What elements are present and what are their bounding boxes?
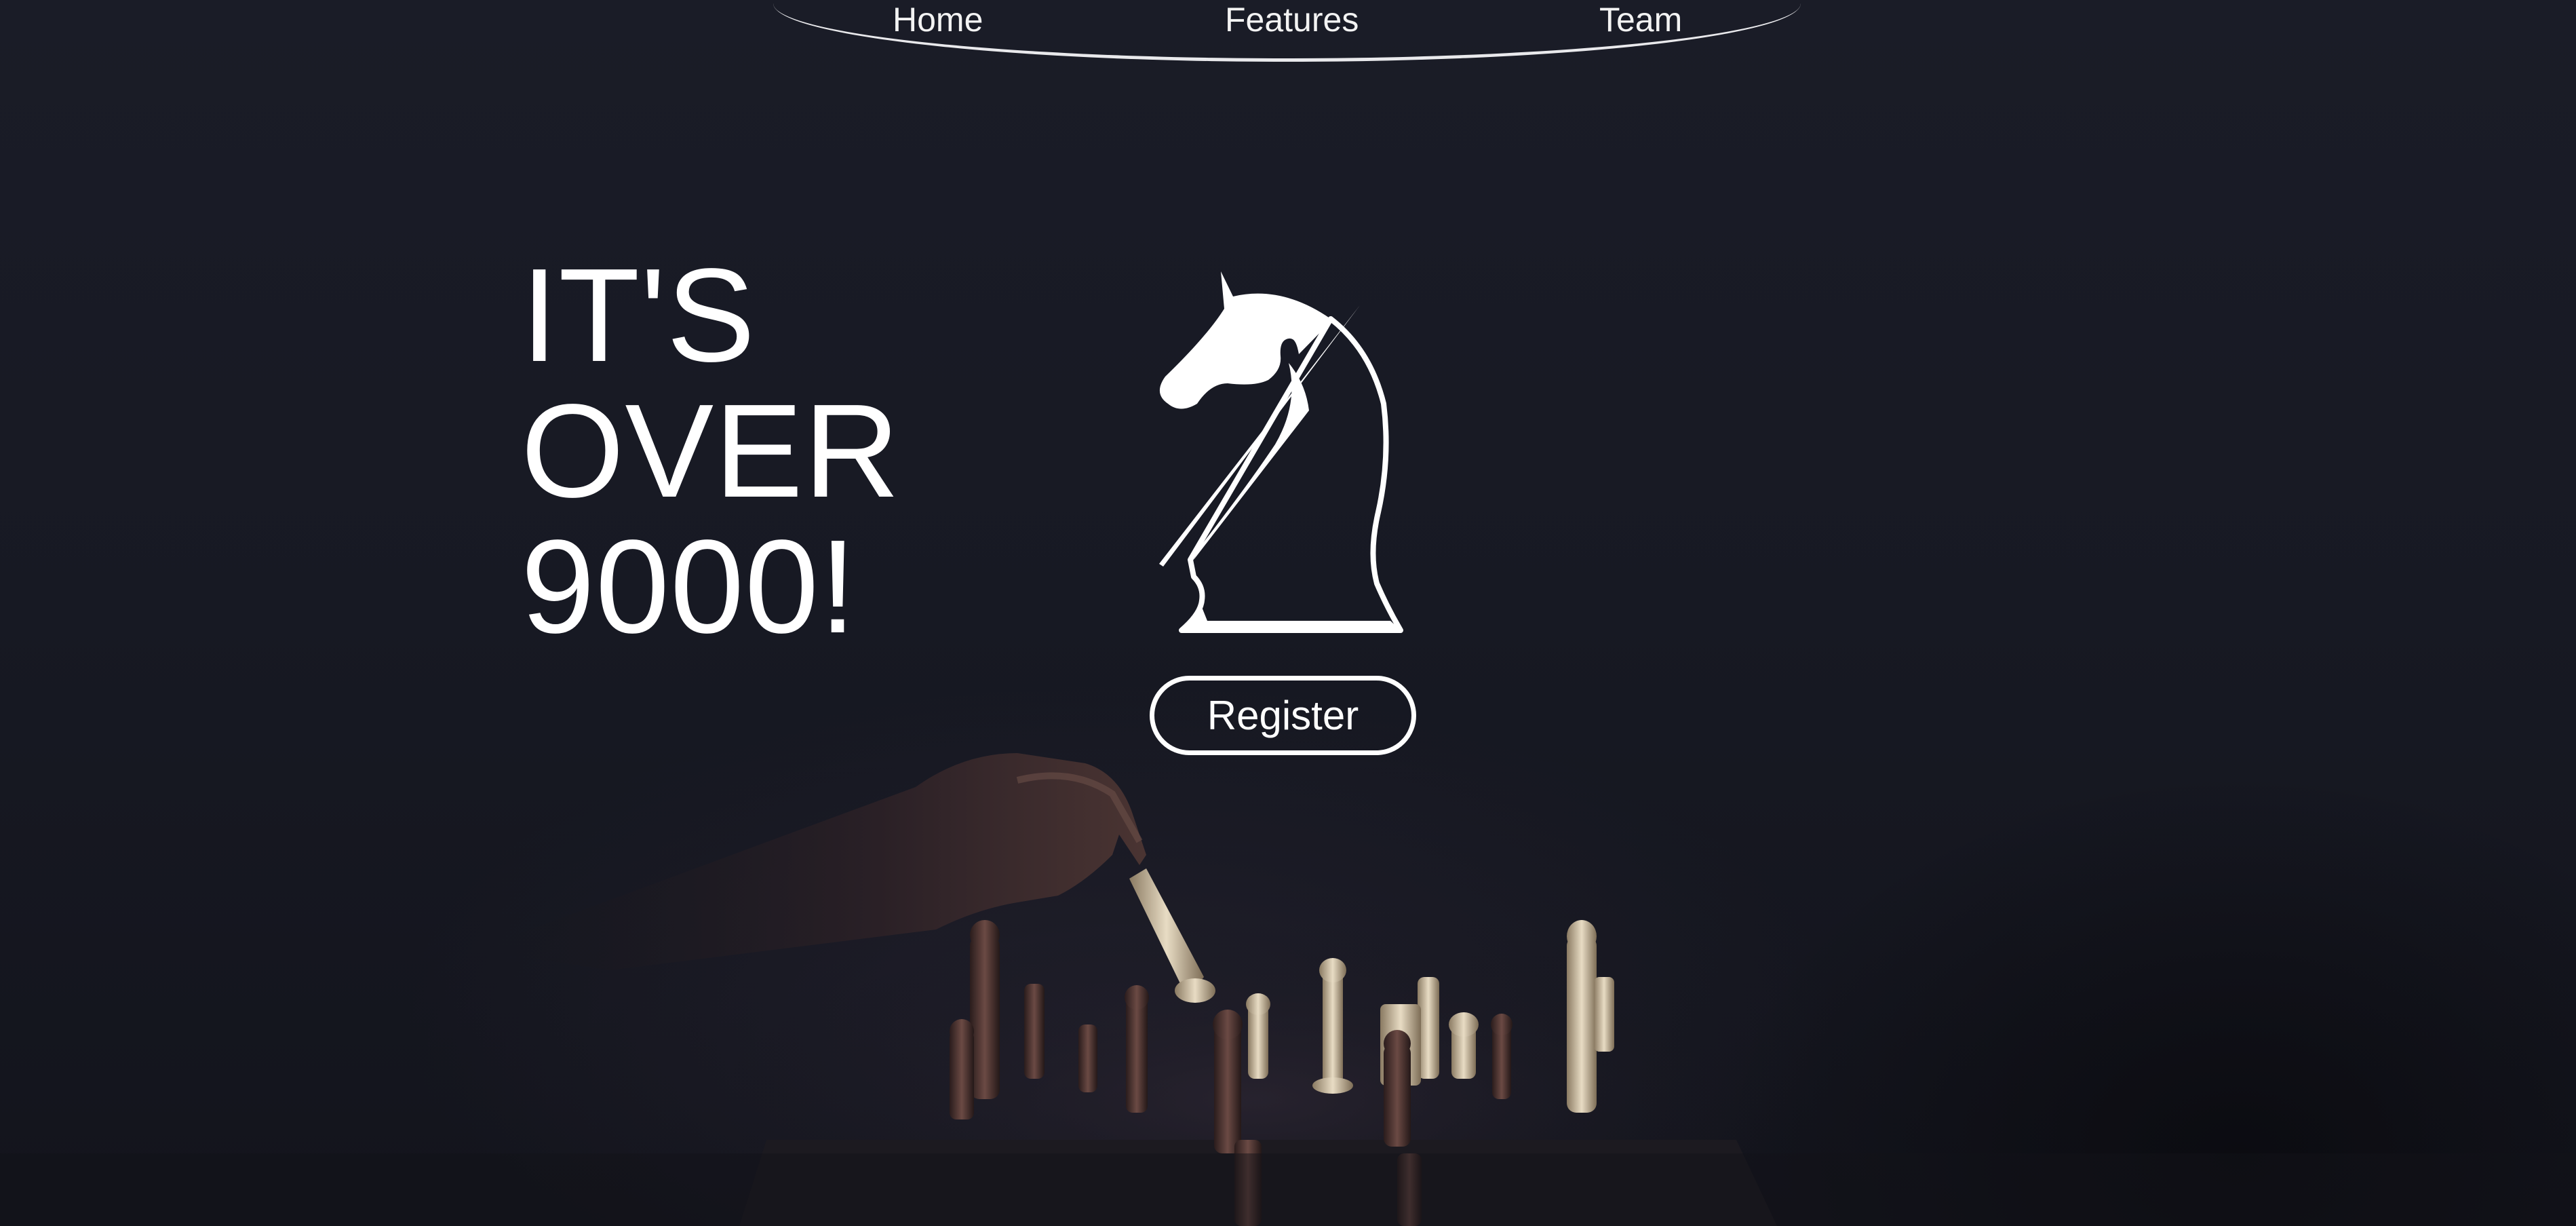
headline-line-1: IT'S bbox=[521, 241, 756, 389]
headline-line-3: 9000! bbox=[521, 512, 857, 661]
nav-link-home[interactable]: Home bbox=[893, 0, 983, 39]
nav-link-team[interactable]: Team bbox=[1599, 0, 1682, 39]
headline-line-2: OVER bbox=[521, 377, 901, 525]
nav-link-features[interactable]: Features bbox=[1225, 0, 1359, 39]
chess-knight-icon bbox=[1159, 271, 1403, 633]
hero-headline: IT'S OVER 9000! bbox=[521, 248, 900, 655]
register-button[interactable]: Register bbox=[1150, 676, 1416, 755]
